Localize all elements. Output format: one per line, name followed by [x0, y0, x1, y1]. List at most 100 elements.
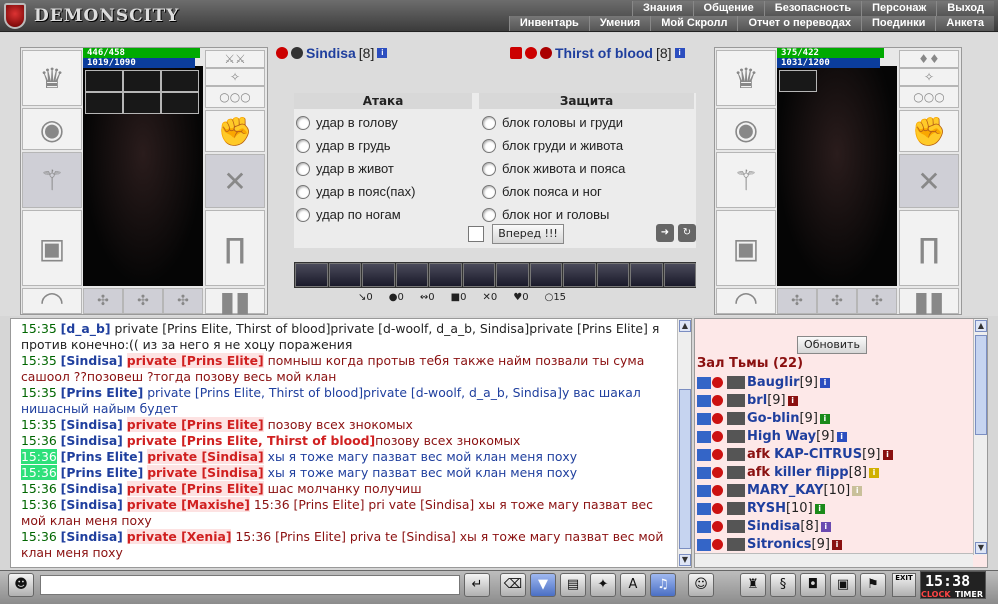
scroll-up-icon[interactable]: ▲ — [975, 320, 987, 332]
player-name[interactable]: KAP-CITRUS — [774, 447, 862, 462]
rune-icon[interactable] — [161, 70, 199, 92]
empty-slot-icon[interactable]: ✣ — [163, 288, 203, 314]
defense-option-legs-head[interactable]: блок ног и головы — [482, 207, 609, 222]
exit-button[interactable]: EXIT — [892, 573, 916, 597]
message-nick[interactable]: [Sindisa] — [61, 497, 123, 512]
player-row[interactable]: Go-blin [9] i — [697, 411, 830, 426]
message-nick[interactable]: [Sindisa] — [61, 353, 123, 368]
skill-icon[interactable] — [362, 263, 395, 287]
smile-icon[interactable]: ☺ — [688, 573, 714, 597]
message-time[interactable]: 15:36 — [21, 465, 57, 480]
menu-inventory[interactable]: Инвентарь — [508, 16, 589, 31]
lightning-skill-icon[interactable] — [295, 263, 328, 287]
player-name[interactable]: MARY_KAY — [747, 483, 824, 498]
menu-knowledge[interactable]: Знания — [632, 1, 693, 16]
scroll-down-icon[interactable]: ▼ — [975, 542, 987, 554]
private-recipients[interactable]: private [Sindisa] — [147, 449, 264, 464]
private-message-icon[interactable] — [697, 448, 711, 461]
clock-label[interactable]: CLOCK — [921, 590, 951, 599]
pants-icon[interactable]: ∏ — [899, 210, 959, 286]
player-name[interactable]: Bauglir — [747, 375, 800, 390]
radio-icon[interactable] — [296, 138, 310, 153]
message-time[interactable]: 15:35 — [21, 353, 57, 368]
player-row[interactable]: MARY_KAY [10] i — [697, 483, 863, 498]
private-message-icon[interactable] — [697, 484, 711, 497]
private-recipients[interactable]: private [Maxishe] — [126, 497, 250, 512]
gloves-icon[interactable]: ✊ — [205, 110, 265, 152]
chat-scrollbar[interactable]: ▲ ▼ — [677, 319, 691, 567]
message-nick[interactable]: [Sindisa] — [61, 433, 123, 448]
attack-option-chest[interactable]: удар в грудь — [296, 138, 391, 153]
empty-slot-icon[interactable]: ✣ — [83, 288, 123, 314]
eraser-icon[interactable]: ⌫ — [500, 573, 526, 597]
defense-option-chest-stomach[interactable]: блок груди и живота — [482, 138, 623, 153]
defense-option-head-chest[interactable]: блок головы и груди — [482, 115, 623, 130]
skill-icon[interactable] — [395, 263, 428, 287]
private-message-icon[interactable] — [697, 466, 711, 479]
skill-icon[interactable] — [429, 263, 462, 287]
info-icon[interactable]: i — [852, 485, 863, 496]
walk-icon[interactable]: ✦ — [590, 573, 616, 597]
message-time[interactable]: 15:35 — [21, 417, 57, 432]
message-time[interactable]: 15:36 — [21, 449, 57, 464]
menu-my-scroll[interactable]: Мой Скролл — [650, 16, 738, 31]
rings-icon[interactable]: ✧ — [205, 68, 265, 86]
amulet-icon[interactable] — [85, 70, 123, 92]
send-icon[interactable]: ↵ — [464, 573, 490, 597]
player-row[interactable]: afk killer flipp [8] i — [697, 465, 879, 480]
right-player-name[interactable]: Thirst of blood — [555, 45, 653, 61]
list-hscrollbar[interactable] — [695, 553, 973, 567]
private-recipients[interactable]: private [Sindisa] — [147, 465, 264, 480]
scroll-down-icon[interactable]: ▼ — [679, 554, 691, 566]
player-row[interactable]: Sitronics [9] i — [697, 537, 842, 552]
music-icon[interactable]: ♫ — [650, 573, 676, 597]
rune-icon[interactable] — [161, 92, 199, 114]
auto-checkbox[interactable] — [468, 226, 484, 242]
defense-option-belt-legs[interactable]: блок пояса и ног — [482, 184, 602, 199]
message-time[interactable]: 15:35 — [21, 385, 57, 400]
message-time[interactable]: 15:36 — [21, 497, 57, 512]
flag-icon[interactable]: ⚑ — [860, 573, 886, 597]
skill-icon[interactable] — [630, 263, 663, 287]
translit-icon[interactable]: A — [620, 573, 646, 597]
player-row[interactable]: Bauglir [9] i — [697, 375, 830, 390]
belt-icon[interactable]: ◠ — [22, 285, 82, 318]
empty-slot-icon[interactable]: ✣ — [857, 288, 897, 314]
menu-fights[interactable]: Поединки — [861, 16, 936, 31]
player-row[interactable]: afk KAP-CITRUS [9] i — [697, 447, 893, 462]
rings-icon[interactable]: ○○○ — [205, 86, 265, 108]
private-message-icon[interactable] — [697, 538, 711, 551]
player-name[interactable]: brl — [747, 393, 767, 408]
staff-icon[interactable]: ⚚ — [22, 152, 82, 208]
empty-slot-icon[interactable]: ✣ — [123, 288, 163, 314]
rings-icon[interactable]: ✧ — [899, 68, 959, 86]
radio-icon[interactable] — [482, 138, 496, 153]
radio-icon[interactable] — [296, 207, 310, 222]
info-icon[interactable]: i — [882, 449, 893, 460]
fire-skill-icon[interactable] — [596, 263, 629, 287]
player-name[interactable]: Sitronics — [747, 537, 812, 552]
player-row[interactable]: RYSH [10] i — [697, 501, 825, 516]
rune-icon[interactable] — [123, 70, 161, 92]
radio-icon[interactable] — [482, 161, 496, 176]
armor-icon[interactable]: ◘ — [800, 573, 826, 597]
private-recipients[interactable]: private [Prins Elite, Thirst of blood] — [127, 433, 375, 448]
gloves-icon[interactable]: ✊ — [899, 110, 959, 152]
empty-slot-icon[interactable]: ✣ — [817, 288, 857, 314]
robe-icon[interactable]: ▣ — [716, 210, 776, 286]
radio-icon[interactable] — [296, 115, 310, 130]
menu-profile[interactable]: Анкета — [935, 16, 994, 31]
defense-option-stomach-belt[interactable]: блок живота и пояса — [482, 161, 625, 176]
menu-security[interactable]: Безопасность — [763, 1, 862, 16]
pants-icon[interactable]: ∏ — [205, 210, 265, 286]
player-row[interactable]: High Way [9] i — [697, 429, 847, 444]
rings-icon[interactable]: ○○○ — [899, 86, 959, 108]
attack-option-belt[interactable]: удар в пояс(пах) — [296, 184, 415, 199]
scroll-thumb[interactable] — [975, 335, 987, 435]
boots-icon[interactable]: ▮▮ — [899, 285, 959, 318]
save-icon[interactable]: ▤ — [560, 573, 586, 597]
attack-option-legs[interactable]: удар по ногам — [296, 207, 401, 222]
private-message-icon[interactable] — [697, 394, 711, 407]
private-message-icon[interactable] — [697, 520, 711, 533]
skill-icon[interactable] — [496, 263, 529, 287]
